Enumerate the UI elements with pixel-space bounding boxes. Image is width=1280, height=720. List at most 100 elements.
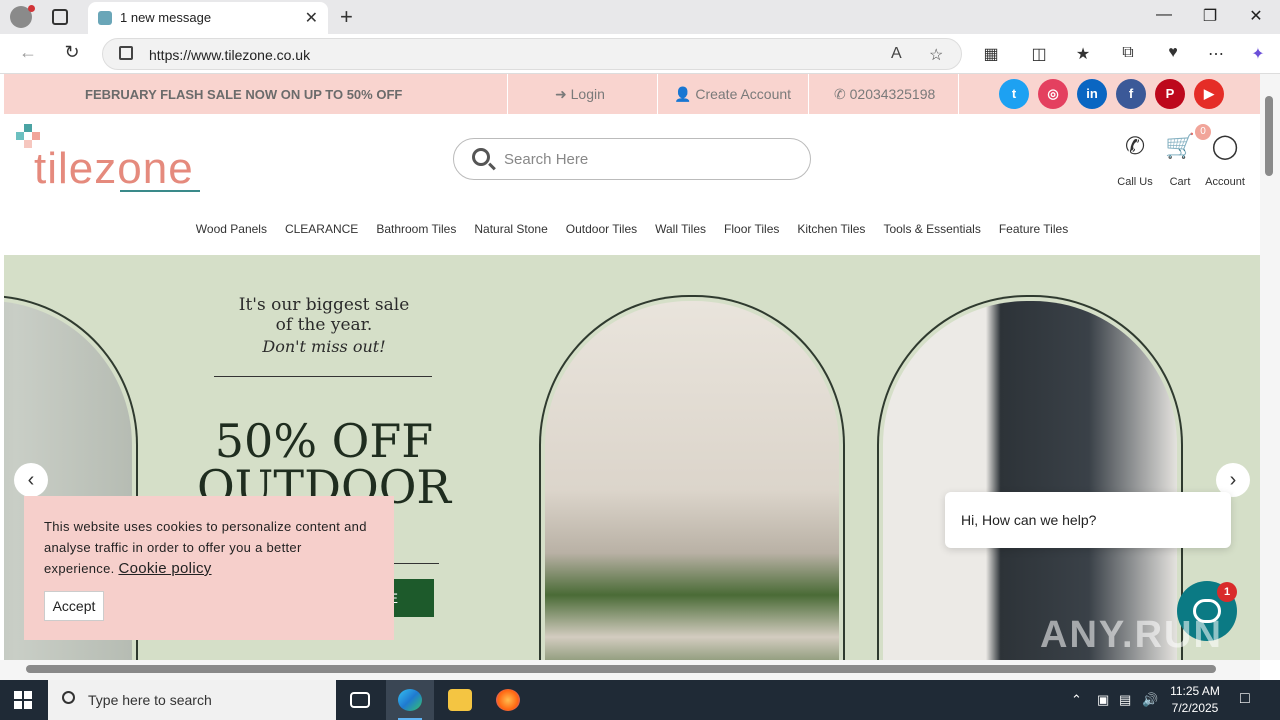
tilezone-logo[interactable]: tilezone	[16, 124, 206, 194]
nav-item[interactable]: Bathroom Tiles	[376, 222, 456, 236]
nav-item[interactable]: Kitchen Tiles	[797, 222, 865, 236]
phone-icon: ✆	[1124, 133, 1146, 160]
clock-time: 11:25 AM	[1170, 684, 1220, 698]
logo-square	[24, 124, 32, 132]
youtube-icon[interactable]: ▶	[1194, 79, 1224, 109]
horizontal-scrollbar[interactable]	[0, 660, 1260, 680]
phone-link[interactable]: ✆ 02034325198	[834, 86, 935, 103]
file-explorer-button[interactable]	[436, 680, 484, 720]
search-icon	[62, 691, 75, 704]
cart-label: Cart	[1169, 176, 1191, 188]
create-account-link[interactable]: 👤 Create Account	[674, 86, 791, 103]
url-field[interactable]: https://www.tilezone.co.uk A ☆	[102, 38, 962, 70]
promo-message[interactable]: FEBRUARY FLASH SALE NOW ON UP TO 50% OFF	[85, 87, 402, 102]
nav-item[interactable]: Feature Tiles	[999, 222, 1068, 236]
scroll-thumb[interactable]	[1265, 96, 1273, 176]
nav-item[interactable]: Wood Panels	[196, 222, 267, 236]
collections-icon[interactable]: ⧉	[1116, 44, 1140, 62]
tab-favicon-icon	[98, 11, 112, 25]
task-view-button[interactable]	[336, 680, 384, 720]
close-window-icon[interactable]: ✕	[1233, 6, 1279, 26]
chat-greeting-text: Hi, How can we help?	[961, 512, 1097, 528]
search-icon[interactable]	[472, 148, 490, 166]
nav-item[interactable]: Outdoor Tiles	[566, 222, 637, 236]
favorite-star-icon[interactable]: ☆	[929, 45, 943, 65]
nav-item[interactable]: Tools & Essentials	[883, 222, 980, 236]
cookie-policy-link[interactable]: Cookie policy	[118, 560, 211, 577]
taskbar-search[interactable]: Type here to search	[48, 680, 336, 720]
favorites-icon[interactable]: ★	[1071, 44, 1095, 64]
start-button[interactable]	[14, 691, 32, 709]
network-icon[interactable]: ▤	[1119, 692, 1131, 708]
promo-bar: FEBRUARY FLASH SALE NOW ON UP TO 50% OFF…	[4, 74, 1260, 114]
login-label: Login	[570, 86, 605, 102]
edge-taskbar-button[interactable]	[386, 680, 434, 720]
new-tab-button[interactable]: +	[340, 4, 353, 30]
task-view-icon	[350, 692, 370, 708]
facebook-icon[interactable]: f	[1116, 79, 1146, 109]
hero-line-2: of the year.	[275, 315, 373, 335]
show-hidden-icons[interactable]: ⌃	[1071, 692, 1082, 708]
outdoor-patio-image	[545, 301, 839, 660]
split-screen-icon[interactable]: ◫	[1027, 44, 1051, 64]
read-aloud-icon[interactable]: A	[891, 45, 902, 63]
tab-actions-icon[interactable]	[52, 9, 68, 25]
kitchen-image	[883, 301, 1177, 660]
restore-icon[interactable]: ❐	[1187, 6, 1233, 26]
call-us-button[interactable]: ✆ Call Us	[1110, 132, 1160, 188]
scroll-thumb[interactable]	[26, 665, 1216, 673]
instagram-icon[interactable]: ◎	[1038, 79, 1068, 109]
hero-line-3: Don't miss out!	[262, 337, 386, 356]
logo-text: tilezone	[34, 144, 194, 193]
chat-unread-badge: 1	[1217, 582, 1237, 602]
logo-square	[32, 132, 40, 140]
copilot-icon[interactable]: ✦	[1246, 44, 1270, 64]
pinterest-icon[interactable]: P	[1155, 79, 1185, 109]
windows-taskbar: Type here to search ⌃ ▣ ▤ 🔊 11:25 AM 7/2…	[0, 680, 1280, 720]
nav-item[interactable]: Natural Stone	[474, 222, 547, 236]
browser-essentials-icon[interactable]: ♥	[1161, 44, 1185, 62]
minimize-icon[interactable]: —	[1141, 6, 1187, 24]
prev-slide-button[interactable]: ‹	[14, 463, 48, 497]
browser-tab[interactable]: 1 new message ✕	[88, 2, 328, 34]
close-tab-icon[interactable]: ✕	[305, 8, 318, 28]
phone-label: 02034325198	[849, 86, 936, 102]
chat-greeting-bubble[interactable]: Hi, How can we help?	[945, 492, 1231, 548]
search-placeholder: Search Here	[504, 151, 589, 168]
login-link[interactable]: ➜ Login	[555, 86, 605, 103]
hero-headline-1: 50% OFF	[214, 414, 434, 468]
linkedin-icon[interactable]: in	[1077, 79, 1107, 109]
taskbar-search-placeholder: Type here to search	[88, 692, 212, 708]
account-icon: ◯	[1211, 133, 1239, 160]
url-text: https://www.tilezone.co.uk	[149, 47, 311, 63]
accept-cookies-button[interactable]: Accept	[44, 591, 104, 621]
account-button[interactable]: ◯ Account	[1200, 132, 1250, 188]
cart-button[interactable]: 🛒 Cart	[1155, 132, 1205, 188]
nav-item[interactable]: Floor Tiles	[724, 222, 779, 236]
refresh-icon[interactable]: ↻	[58, 42, 86, 63]
system-clock[interactable]: 11:25 AM 7/2/2025	[1166, 683, 1224, 717]
watermark-text: ANY.RUN	[1040, 614, 1223, 656]
divider	[507, 74, 508, 114]
nav-item[interactable]: Wall Tiles	[655, 222, 706, 236]
site-info-icon[interactable]	[119, 46, 133, 60]
vertical-scrollbar[interactable]	[1260, 74, 1280, 660]
firefox-button[interactable]	[484, 680, 532, 720]
extensions-icon[interactable]: ▦	[979, 44, 1003, 64]
hero-line-1: It's our biggest sale	[238, 295, 410, 315]
logo-square	[16, 132, 24, 140]
volume-icon[interactable]: 🔊	[1142, 692, 1158, 708]
firefox-icon	[496, 689, 520, 711]
cookie-banner: This website uses cookies to personalize…	[24, 496, 394, 640]
twitter-icon[interactable]: t	[999, 79, 1029, 109]
divider	[958, 74, 959, 114]
notifications-icon[interactable]: □	[1240, 690, 1250, 708]
hero-divider	[214, 376, 432, 377]
edge-icon	[398, 689, 422, 711]
more-menu-icon[interactable]: ⋯	[1204, 44, 1228, 64]
back-icon[interactable]: ←	[14, 42, 42, 63]
main-navigation: Wood Panels CLEARANCE Bathroom Tiles Natura…	[4, 220, 1260, 238]
device-icon[interactable]: ▣	[1097, 692, 1109, 708]
nav-item[interactable]: CLEARANCE	[285, 222, 358, 236]
search-box[interactable]: Search Here	[453, 138, 811, 180]
